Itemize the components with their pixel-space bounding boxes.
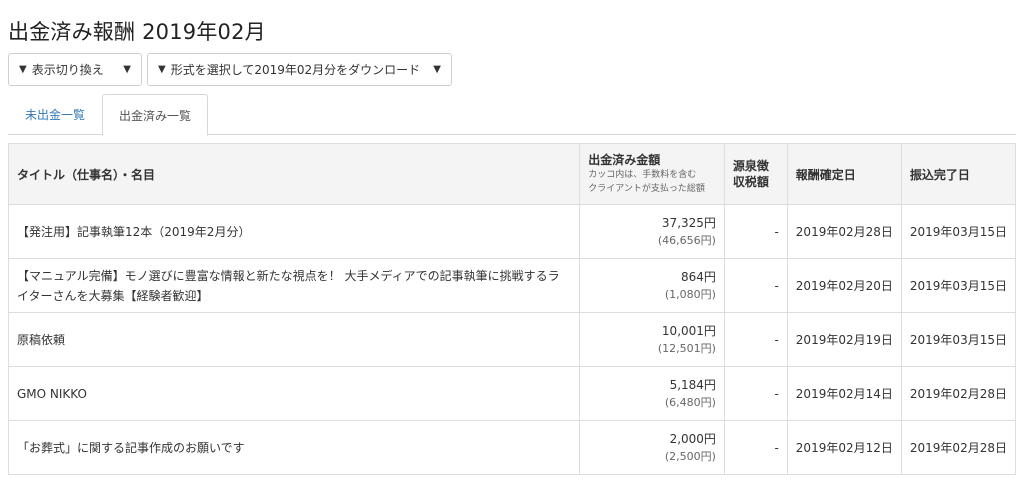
- row-transfer-date: 2019年03月15日: [900, 258, 1017, 313]
- header-amount-note-1: カッコ内は、手数料を含む: [588, 170, 697, 180]
- row-client-total: (1,080円): [664, 287, 716, 301]
- download-format-dropdown[interactable]: ▼ 形式を選択して2019年02月分をダウンロード ▼: [147, 53, 452, 86]
- row-title: 原稿依頼: [7, 312, 581, 367]
- tab-pending-list[interactable]: 未出金一覧: [8, 94, 102, 135]
- row-confirmed-date: 2019年02月19日: [786, 312, 902, 367]
- row-client-total: (2,500円): [664, 449, 716, 463]
- row-client-total: (12,501円): [657, 341, 716, 355]
- table-row: 「お葬式」に関する記事作成のお願いです 2,000円 (2,500円) - 20…: [7, 420, 1017, 475]
- row-tax: -: [723, 366, 788, 421]
- row-transfer-date: 2019年02月28日: [900, 366, 1017, 421]
- row-amount: 5,184円: [669, 377, 716, 392]
- triangle-down-icon: ▼: [19, 64, 27, 75]
- table-row: 【マニュアル完備】モノ選びに豊富な情報と新たな視点を！ 大手メディアでの記事執筆…: [7, 258, 1017, 313]
- row-client-total: (46,656円): [657, 233, 716, 247]
- triangle-down-icon: ▼: [158, 64, 166, 75]
- row-tax: -: [723, 204, 788, 259]
- header-title: タイトル（仕事名）・名目: [7, 143, 581, 205]
- header-amount-note-2: クライアントが支払った総額: [588, 184, 705, 194]
- row-transfer-date: 2019年02月28日: [900, 420, 1017, 475]
- page-title: 出金済み報酬 2019年02月: [8, 20, 266, 45]
- header-tax: 源泉徴 収税額: [723, 143, 788, 205]
- header-amount: 出金済み金額 カッコ内は、手数料を含む クライアントが支払った総額: [579, 143, 725, 205]
- row-title: 【マニュアル完備】モノ選びに豊富な情報と新たな視点を！ 大手メディアでの記事執筆…: [7, 258, 581, 313]
- row-amount-cell: 2,000円 (2,500円): [579, 420, 725, 475]
- row-client-total: (6,480円): [664, 395, 716, 409]
- header-confirmed-date: 報酬確定日: [786, 143, 902, 205]
- row-title: GMO NIKKO: [7, 366, 581, 421]
- row-transfer-date: 2019年03月15日: [900, 204, 1017, 259]
- row-tax: -: [723, 258, 788, 313]
- header-amount-label: 出金済み金額: [588, 153, 661, 167]
- table-row: GMO NIKKO 5,184円 (6,480円) - 2019年02月14日 …: [7, 366, 1017, 421]
- row-amount: 864円: [681, 269, 716, 284]
- row-tax: -: [723, 312, 788, 367]
- tab-paid-list[interactable]: 出金済み一覧: [102, 94, 208, 136]
- row-amount-cell: 10,001円 (12,501円): [579, 312, 725, 367]
- row-amount-cell: 5,184円 (6,480円): [579, 366, 725, 421]
- tab-bar: 未出金一覧 出金済み一覧: [8, 94, 1016, 136]
- row-confirmed-date: 2019年02月14日: [786, 366, 902, 421]
- table-row: 【発注用】記事執筆12本（2019年2月分） 37,325円 (46,656円)…: [7, 204, 1017, 259]
- row-amount-cell: 864円 (1,080円): [579, 258, 725, 313]
- table-row: 原稿依頼 10,001円 (12,501円) - 2019年02月19日 201…: [7, 312, 1017, 367]
- caret-down-icon: ▼: [433, 64, 441, 75]
- row-confirmed-date: 2019年02月28日: [786, 204, 902, 259]
- row-tax: -: [723, 420, 788, 475]
- row-amount: 37,325円: [661, 215, 716, 230]
- row-title: 【発注用】記事執筆12本（2019年2月分）: [7, 204, 581, 259]
- table-header-row: タイトル（仕事名）・名目 出金済み金額 カッコ内は、手数料を含む クライアントが…: [7, 143, 1017, 205]
- caret-down-icon: ▼: [123, 64, 131, 75]
- view-toggle-label: 表示切り換え: [31, 63, 104, 77]
- header-tax-line-2: 収税額: [732, 175, 769, 189]
- row-confirmed-date: 2019年02月20日: [786, 258, 902, 313]
- download-format-label: 形式を選択して2019年02月分をダウンロード: [170, 63, 421, 77]
- row-amount-cell: 37,325円 (46,656円): [579, 204, 725, 259]
- row-amount: 2,000円: [669, 431, 716, 446]
- row-title: 「お葬式」に関する記事作成のお願いです: [7, 420, 581, 475]
- header-transfer-date: 振込完了日: [900, 143, 1017, 205]
- paid-rewards-table: タイトル（仕事名）・名目 出金済み金額 カッコ内は、手数料を含む クライアントが…: [7, 143, 1017, 475]
- row-transfer-date: 2019年03月15日: [900, 312, 1017, 367]
- header-tax-line-1: 源泉徴: [732, 159, 769, 173]
- row-amount: 10,001円: [661, 323, 716, 338]
- view-toggle-dropdown[interactable]: ▼ 表示切り換え ▼: [8, 53, 142, 86]
- row-confirmed-date: 2019年02月12日: [786, 420, 902, 475]
